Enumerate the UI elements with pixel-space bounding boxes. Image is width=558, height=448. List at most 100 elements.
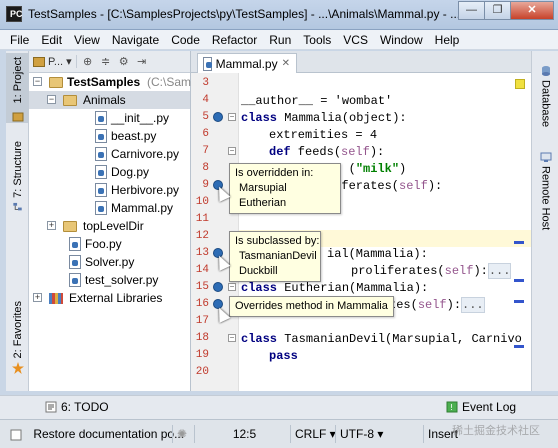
maximize-button[interactable]: ❐: [484, 1, 511, 20]
tooltip-link-tasmaniandevil[interactable]: TasmanianDevil: [235, 249, 317, 264]
tooltip-title: Is overridden in:: [235, 167, 314, 179]
tooltip-link-eutherian[interactable]: Eutherian: [235, 196, 335, 211]
tab-project[interactable]: 1: Project: [6, 53, 29, 123]
folded-code[interactable]: ...: [461, 297, 485, 313]
tree-item-dog-py[interactable]: Dog.py: [29, 163, 190, 181]
tooltip-link-duckbill[interactable]: Duckbill: [235, 264, 315, 279]
project-view-combo[interactable]: P... ▾: [33, 55, 77, 68]
project-view-combo-label: P...: [48, 55, 64, 68]
collapse-all-icon[interactable]: ≑: [99, 55, 113, 69]
menu-tools[interactable]: Tools: [297, 31, 337, 49]
tab-mammal-py[interactable]: Mammal.py ✕: [197, 53, 297, 73]
tree-item-testsamples[interactable]: − TestSamples (C:\Samp: [29, 73, 198, 91]
menu-navigate[interactable]: Navigate: [106, 31, 165, 49]
tree-item-label: Dog.py: [111, 165, 150, 179]
window-title: TestSamples - [C:\SamplesProjects\py\Tes…: [28, 7, 461, 21]
tree-item-external-libraries[interactable]: + External Libraries: [29, 289, 190, 307]
code-text: ):: [427, 179, 443, 193]
code-text: extremities = 4: [269, 128, 378, 142]
folder-icon: [63, 221, 77, 232]
menu-vcs[interactable]: VCS: [337, 31, 374, 49]
folded-code[interactable]: ...: [487, 263, 512, 279]
tab-structure[interactable]: 7: Structure: [6, 141, 29, 213]
todo-label: 6: TODO: [61, 400, 109, 414]
event-log-button[interactable]: ! Event Log: [446, 400, 516, 414]
library-icon: [49, 293, 63, 304]
menu-view[interactable]: View: [68, 31, 106, 49]
python-file-icon: [95, 201, 107, 215]
tab-database[interactable]: Database: [534, 61, 557, 127]
menu-window[interactable]: Window: [374, 31, 429, 49]
encoding-selector[interactable]: UTF-8 ▾: [335, 425, 423, 443]
bottom-tool-bar: 6: TODO ! Event Log: [0, 395, 558, 419]
menu-help[interactable]: Help: [429, 31, 466, 49]
close-button[interactable]: ✕: [510, 1, 554, 20]
tree-item-beast-py[interactable]: beast.py: [29, 127, 190, 145]
tooltip-link-mammalia[interactable]: Overrides method in Mammalia: [235, 299, 388, 314]
inspection-status-icon[interactable]: [515, 79, 525, 89]
scroll-from-source-icon[interactable]: ⊕: [81, 55, 95, 69]
tree-item-init-py[interactable]: __init__.py: [29, 109, 190, 127]
minimize-button[interactable]: —: [458, 1, 485, 20]
tree-item-animals[interactable]: − Animals: [29, 91, 190, 109]
line-number: 5: [202, 111, 209, 123]
stripe-mark[interactable]: [514, 241, 524, 244]
tooltip-overrides-method: Overrides method in Mammalia: [229, 296, 394, 317]
tree-item-label: External Libraries: [69, 291, 163, 305]
tree-item-foo-py[interactable]: Foo.py: [29, 235, 190, 253]
expand-icon[interactable]: +: [47, 221, 56, 230]
tree-item-test-solver-py[interactable]: test_solver.py: [29, 271, 190, 289]
tab-structure-label: 7: Structure: [11, 141, 24, 198]
keyword: def: [269, 145, 291, 159]
tab-remote-host[interactable]: Remote Host: [534, 147, 557, 230]
project-icon: [12, 112, 23, 122]
menu-file[interactable]: File: [4, 31, 35, 49]
database-icon: [541, 66, 550, 76]
code-text: ial(Mammalia):: [327, 247, 428, 261]
hide-panel-icon[interactable]: ⇥: [135, 55, 149, 69]
close-tab-icon[interactable]: ✕: [282, 58, 290, 69]
fold-icon[interactable]: −: [228, 113, 236, 121]
collapse-icon[interactable]: −: [33, 77, 42, 86]
todo-button[interactable]: 6: TODO: [45, 400, 109, 414]
collapse-icon[interactable]: −: [47, 95, 56, 104]
fold-icon[interactable]: −: [228, 334, 236, 342]
keyword: pass: [269, 349, 298, 363]
status-message[interactable]: Restore documentation po...: [6, 425, 184, 443]
tree-item-label: Mammal.py: [111, 201, 174, 215]
menu-refactor[interactable]: Refactor: [206, 31, 263, 49]
fold-icon[interactable]: −: [228, 283, 236, 291]
expand-icon[interactable]: +: [33, 293, 42, 302]
tab-favorites[interactable]: 2: Favorites: [6, 301, 29, 381]
menu-run[interactable]: Run: [263, 31, 297, 49]
tree-item-label: Carnivore.py: [111, 147, 180, 161]
tree-item-label: Solver.py: [85, 255, 135, 269]
subclassed-class-icon[interactable]: [213, 282, 223, 292]
tree-item-solver-py[interactable]: Solver.py: [29, 253, 190, 271]
stripe-mark[interactable]: [514, 279, 524, 282]
project-toolbar: P... ▾ ⊕ ≑ ⚙ ⇥: [29, 51, 190, 73]
gear-icon[interactable]: ⚙: [117, 55, 131, 69]
stripe-mark[interactable]: [514, 300, 524, 303]
title-bar: PC TestSamples - [C:\SamplesProjects\py\…: [0, 0, 558, 30]
line-separator-selector[interactable]: CRLF ▾: [290, 425, 336, 443]
code-line: proliferates(self):...: [351, 263, 512, 281]
tree-item-herbivore-py[interactable]: Herbivore.py: [29, 181, 190, 199]
caret-position[interactable]: 12:5: [194, 425, 290, 443]
menu-code[interactable]: Code: [165, 31, 206, 49]
tree-item-toplevel-dir[interactable]: + topLevelDir: [29, 217, 190, 235]
code-text: ): [399, 162, 407, 176]
code-text: ):: [369, 145, 385, 159]
tooltip-link-marsupial[interactable]: Marsupial: [235, 181, 335, 196]
line-number: 16: [195, 298, 209, 310]
tree-item-carnivore-py[interactable]: Carnivore.py: [29, 145, 190, 163]
stripe-mark[interactable]: [514, 345, 524, 348]
left-tool-stripe: 1: Project 7: Structure 2: Favorites: [6, 51, 29, 391]
python-file-icon: [69, 255, 81, 269]
code-text: TasmanianDevil(Marsupial, Carnivo: [277, 332, 522, 346]
menu-edit[interactable]: Edit: [35, 31, 68, 49]
fold-icon[interactable]: −: [228, 147, 236, 155]
line-number: 13: [195, 247, 209, 259]
tree-item-mammal-py[interactable]: Mammal.py: [29, 199, 190, 217]
overridden-method-icon[interactable]: [213, 112, 223, 122]
